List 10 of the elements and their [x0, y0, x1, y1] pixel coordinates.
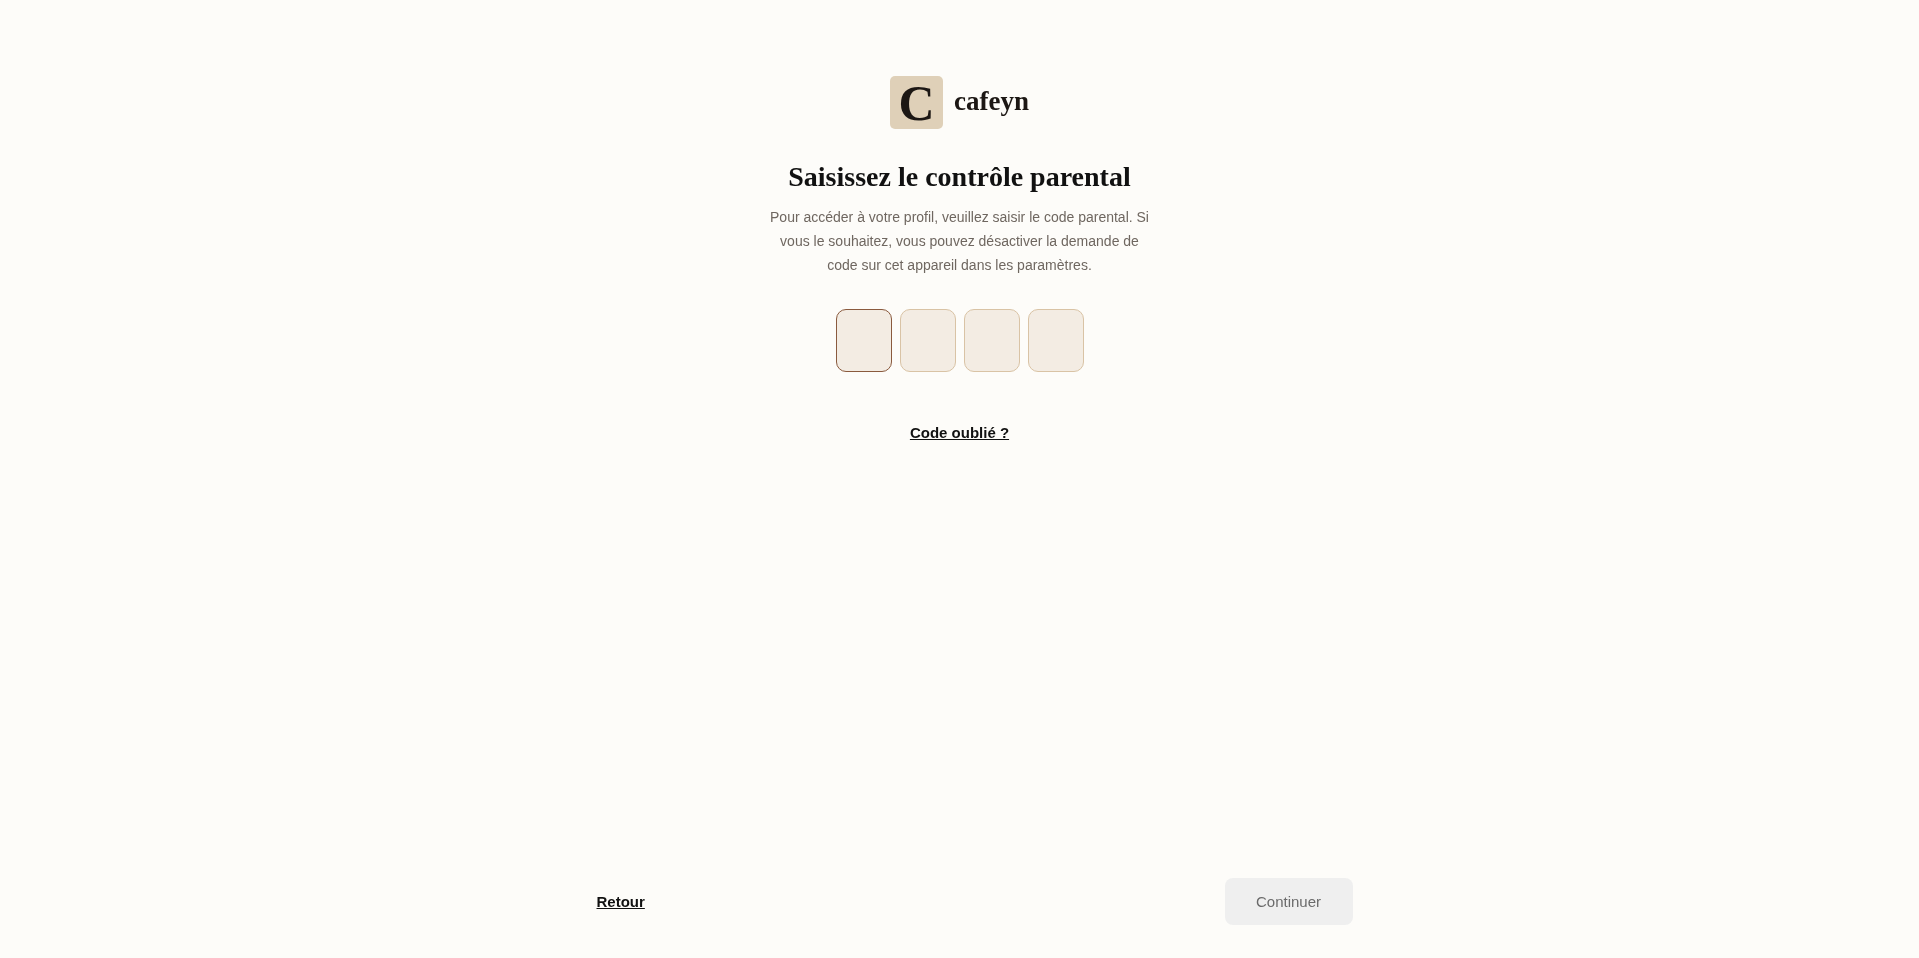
code-digit-field[interactable] [963, 309, 1020, 372]
code-digit-field[interactable] [899, 309, 956, 372]
logo-mark: C [890, 76, 943, 129]
code-digit-field[interactable] [835, 309, 892, 372]
forgot-code-link[interactable]: Code oublié ? [909, 424, 1010, 442]
back-link[interactable]: Retour [596, 893, 645, 910]
page-title: Saisissez le contrôle parental [788, 160, 1131, 194]
brand-name: cafeyn [954, 88, 1029, 117]
description-text: Pour accéder à votre profil, veuillez saisir le code parental. Si vous le souhaitez, vous pouvez désactiver la demande de code sur cet appareil dans les paramètres. [769, 208, 1150, 275]
code-digit-field[interactable] [1027, 309, 1084, 372]
